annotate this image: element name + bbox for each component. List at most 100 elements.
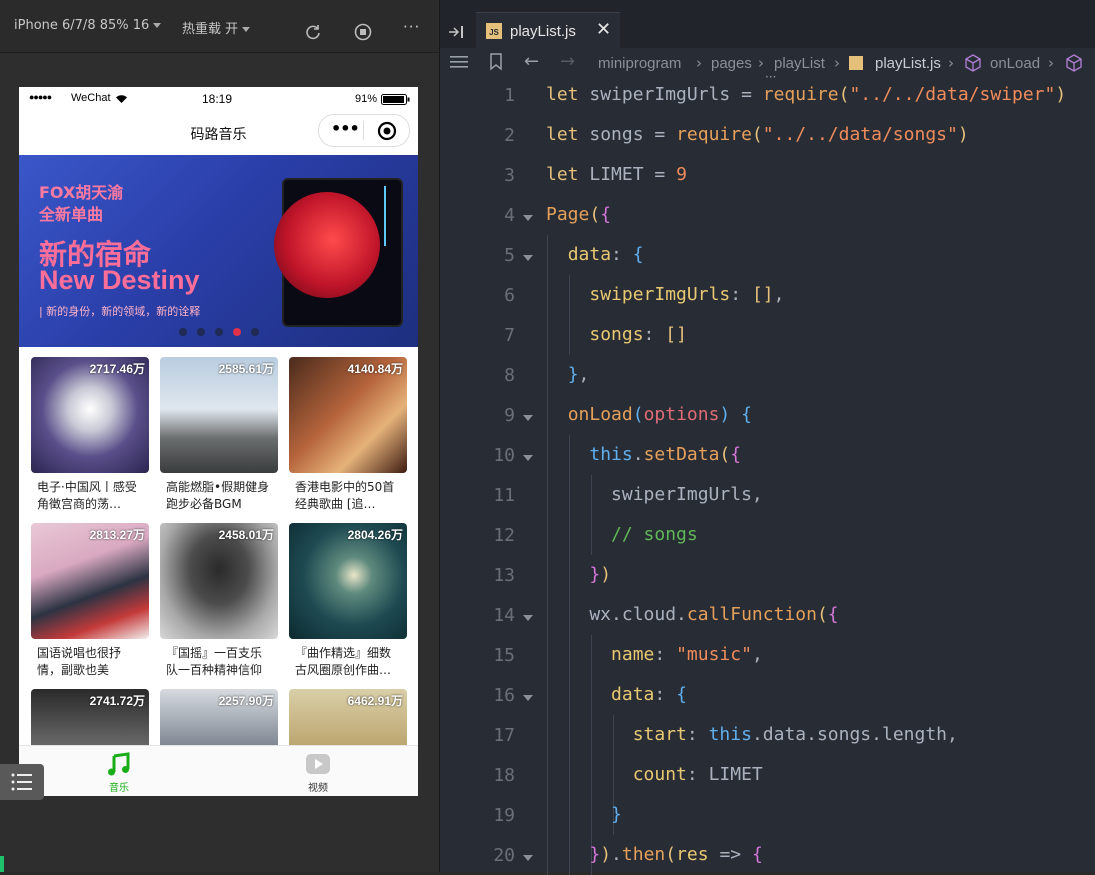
close-icon[interactable]: ✕	[596, 19, 611, 40]
bookmark-icon[interactable]	[489, 53, 503, 71]
playlist-cover: 2804.26万	[289, 523, 407, 639]
tab-playlist-js[interactable]: JS playList.js ✕	[476, 12, 620, 49]
line-number: 18	[493, 765, 515, 786]
line-number: 5	[504, 245, 515, 266]
playlist-card[interactable]: 2585.61万 高能燃脂•假期健身跑步必备BGM	[160, 357, 278, 513]
swiper-dot[interactable]	[251, 328, 259, 336]
play-count: 2458.01万	[218, 528, 274, 542]
breadcrumb-item[interactable]: playList	[774, 55, 825, 72]
playlist-title: 『曲作精选』细数古风圈原创作曲…	[295, 646, 392, 677]
battery-percent: 91%	[355, 93, 378, 105]
fold-chevron-icon[interactable]	[523, 455, 533, 461]
code-line-15: name: "music",	[611, 644, 763, 665]
swiper-dot[interactable]	[197, 328, 205, 336]
outline-list-icon[interactable]	[450, 55, 468, 69]
playlist-card[interactable]: 2717.46万 电子·中国风丨感受角徵宫商的荡…	[31, 357, 149, 513]
editor-tabs: JS playList.js ✕	[440, 0, 1095, 49]
play-count: 4140.84万	[347, 362, 403, 376]
line-number: 13	[493, 565, 515, 586]
breadcrumb-item[interactable]: playList.js	[875, 55, 941, 72]
method-cube-icon	[965, 54, 981, 72]
fold-chevron-icon[interactable]	[523, 695, 533, 701]
breadcrumb-item[interactable]: pages	[711, 55, 752, 72]
swiper-dot-active[interactable]	[233, 328, 241, 336]
play-count: 2813.27万	[89, 528, 145, 542]
line-number: 10	[493, 445, 515, 466]
line-number: 4	[504, 205, 515, 226]
fold-chevron-icon[interactable]	[523, 255, 533, 261]
playlist-card[interactable]: 6462.91万	[289, 689, 407, 745]
playlist-cover: 4140.84万	[289, 357, 407, 473]
playlist-cover: 2717.46万	[31, 357, 149, 473]
line-number: 19	[493, 805, 515, 826]
tab-music[interactable]: 音乐	[79, 750, 159, 796]
line-number: 3	[504, 165, 515, 186]
refresh-icon[interactable]	[304, 23, 322, 41]
more-menu-button[interactable]: ···	[403, 18, 420, 36]
chevron-right-icon: ›	[758, 54, 764, 72]
code-line-2: let songs = require("../../data/songs")	[546, 124, 969, 145]
code-line-17: start: this.data.songs.length,	[632, 724, 958, 745]
fold-chevron-icon[interactable]	[523, 415, 533, 421]
playlist-card[interactable]: 4140.84万 香港电影中的50首经典歌曲 [追…	[289, 357, 407, 513]
playlist-cover: 2813.27万	[31, 523, 149, 639]
code-area[interactable]: 1 2 3 4 5 6 7 8 9 10 11 12 13 14 15 16 1…	[440, 80, 1095, 875]
swiper-dot[interactable]	[215, 328, 223, 336]
code-line-16: data: {	[611, 684, 687, 705]
code-line-5: data: {	[567, 244, 644, 265]
chevron-right-icon: ›	[696, 54, 702, 72]
more-dots-icon[interactable]: •••	[331, 119, 360, 138]
code-line-12: // songs	[611, 524, 698, 545]
playlist-card[interactable]: 2804.26万 『曲作精选』细数古风圈原创作曲…	[289, 523, 407, 679]
line-number: 12	[493, 525, 515, 546]
device-selector[interactable]: iPhone 6/7/8 85% 16	[14, 18, 162, 33]
fold-chevron-icon[interactable]	[523, 215, 533, 221]
simulator-panel: iPhone 6/7/8 85% 16 热重载 开 ··· ●●●●● WeCh…	[0, 0, 439, 872]
code-line-11: swiperImgUrls,	[546, 484, 763, 505]
method-cube-icon	[1066, 54, 1082, 72]
debug-menu-button[interactable]	[0, 764, 44, 800]
forward-arrow-icon[interactable]: →	[560, 51, 575, 72]
tab-video[interactable]: 视频	[278, 750, 358, 796]
playlist-card[interactable]: 2257.90万	[160, 689, 278, 745]
playlist-card[interactable]: 2741.72万	[31, 689, 149, 745]
code-line-19: }	[611, 804, 622, 825]
close-target-icon[interactable]	[377, 121, 397, 141]
chevron-right-icon: ›	[948, 54, 954, 72]
breadcrumb-item[interactable]: onLoad	[990, 55, 1040, 72]
back-arrow-icon[interactable]: ←	[524, 51, 539, 72]
carrier-label: WeChat	[71, 92, 111, 104]
line-number: 9	[504, 405, 515, 426]
playlist-cover: 2458.01万	[160, 523, 278, 639]
playlist-card[interactable]: 2813.27万 国语说唱也很抒情，副歌也美	[31, 523, 149, 679]
hot-reload-toggle[interactable]: 热重载 开	[182, 18, 251, 37]
signal-dots-icon: ●●●●●	[29, 92, 52, 102]
banner-swiper[interactable]: FOX胡天渝 全新单曲 新的宿命 New Destiny | 新的身份，新的领域…	[19, 155, 418, 347]
breadcrumb: ← → miniprogram › pages › playList › pla…	[440, 48, 1095, 84]
play-count: 6462.91万	[347, 694, 403, 708]
chevron-right-icon: ›	[1048, 54, 1054, 72]
play-count: 2717.46万	[89, 362, 145, 376]
playlist-title: 香港电影中的50首经典歌曲 [追…	[295, 480, 395, 511]
banner-subtitle: | 新的身份，新的领域，新的诠释	[39, 305, 201, 318]
play-count: 2804.26万	[347, 528, 403, 542]
tab-music-label: 音乐	[109, 783, 129, 794]
fold-chevron-icon[interactable]	[523, 615, 533, 621]
battery-icon	[381, 94, 410, 105]
playlist-title: 电子·中国风丨感受角徵宫商的荡…	[37, 480, 137, 511]
breadcrumb-item[interactable]: miniprogram	[598, 55, 681, 72]
banner-title-en: New Destiny	[39, 265, 200, 295]
split-arrow-icon[interactable]	[448, 24, 466, 40]
wifi-icon	[116, 95, 127, 103]
stop-icon[interactable]	[354, 23, 372, 41]
line-number: 16	[493, 685, 515, 706]
playlist-cover: 2741.72万	[31, 689, 149, 745]
code-line-14: wx.cloud.callFunction({	[546, 604, 839, 625]
line-number: 2	[504, 125, 515, 146]
fold-chevron-icon[interactable]	[523, 855, 533, 861]
playlist-card[interactable]: 2458.01万 『国摇』一百支乐队一百种精神信仰	[160, 523, 278, 679]
playlist-title: 高能燃脂•假期健身跑步必备BGM	[166, 480, 270, 511]
playlist-grid: 2717.46万 电子·中国风丨感受角徵宫商的荡… 2585.61万 高能燃脂•…	[19, 347, 418, 745]
chevron-right-icon: ›	[834, 54, 840, 72]
swiper-dot[interactable]	[179, 328, 187, 336]
